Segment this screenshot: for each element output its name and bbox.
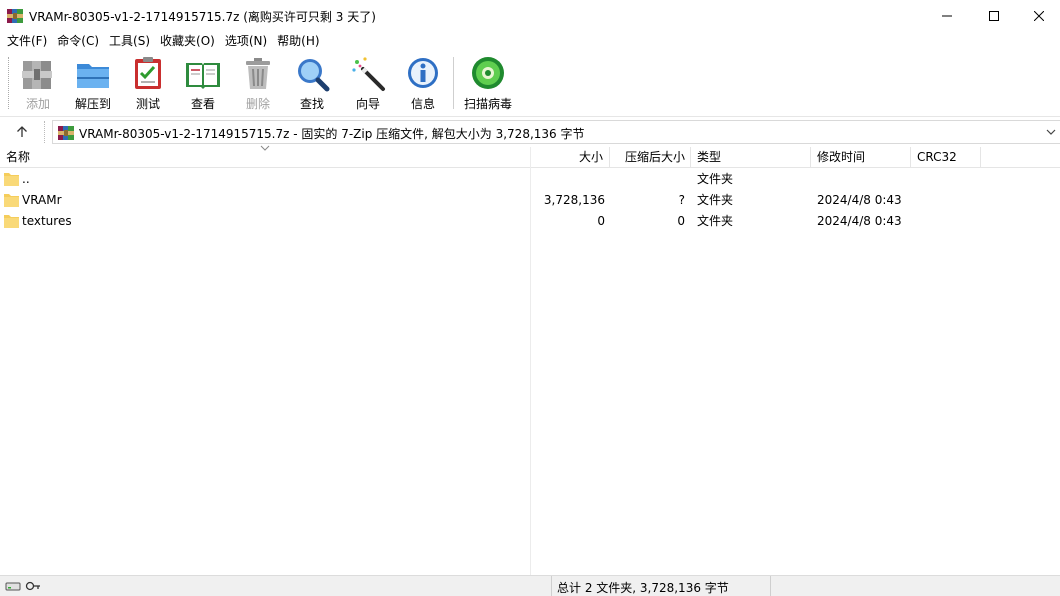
file-list-details-pane[interactable]: 大小 压缩后大小 类型 修改时间 CRC32 文件夹 3,728,136 ? 文… xyxy=(531,147,1060,575)
close-icon xyxy=(1034,10,1044,21)
toolbar-grip[interactable] xyxy=(8,57,11,109)
info-button[interactable]: 信息 xyxy=(403,55,443,113)
extract-to-button[interactable]: 解压到 xyxy=(72,55,114,113)
minimize-icon xyxy=(942,15,952,16)
file-modified: 2024/4/8 0:43 xyxy=(817,214,902,228)
chevron-down-icon xyxy=(1046,129,1056,135)
add-archive-icon xyxy=(22,61,52,89)
archive-icon xyxy=(58,126,74,140)
list-item[interactable]: VRAMr xyxy=(0,190,530,211)
column-header-size[interactable]: 大小 xyxy=(531,147,610,168)
test-button[interactable]: 测试 xyxy=(128,55,168,113)
menu-commands[interactable]: 命令(C) xyxy=(53,31,103,51)
file-size: 3,728,136 xyxy=(543,193,605,207)
table-row[interactable]: 0 0 文件夹 2024/4/8 0:43 xyxy=(531,211,1060,232)
test-clipboard-icon xyxy=(135,57,161,89)
status-left-section xyxy=(0,576,552,596)
table-row[interactable]: 文件夹 xyxy=(531,169,1060,190)
menu-favorites[interactable]: 收藏夹(O) xyxy=(156,31,219,51)
status-divider xyxy=(770,576,771,596)
winrar-books-icon[interactable] xyxy=(7,8,23,24)
test-label: 测试 xyxy=(135,97,160,111)
magnifier-icon xyxy=(298,59,330,92)
menu-options[interactable]: 选项(N) xyxy=(221,31,271,51)
minimize-button[interactable] xyxy=(924,0,970,31)
file-list-name-pane[interactable]: 名称 .. VRAMr textures xyxy=(0,145,530,575)
column-header-modified[interactable]: 修改时间 xyxy=(811,147,911,168)
sort-chevron-icon xyxy=(260,145,270,151)
menu-file[interactable]: 文件(F) xyxy=(3,31,51,51)
table-row[interactable]: 3,728,136 ? 文件夹 2024/4/8 0:43 xyxy=(531,190,1060,211)
wizard-button[interactable]: 向导 xyxy=(348,55,388,113)
file-name: .. xyxy=(22,172,30,186)
address-bar: VRAMr-80305-v1-2-1714915715.7z - 固实的 7-Z… xyxy=(0,116,1060,146)
window-title: VRAMr-80305-v1-2-1714915715.7z (离购买许可只剩 … xyxy=(29,10,376,24)
drive-key-icon[interactable] xyxy=(5,579,41,593)
view-button[interactable]: 查看 xyxy=(180,55,226,113)
delete-button[interactable]: 删除 xyxy=(238,55,278,113)
address-text: VRAMr-80305-v1-2-1714915715.7z - 固实的 7-Z… xyxy=(79,127,585,141)
info-icon xyxy=(408,58,438,88)
wizard-wand-icon xyxy=(352,57,385,91)
status-bar: 总计 2 文件夹, 3,728,136 字节 xyxy=(0,575,1060,596)
extract-to-label: 解压到 xyxy=(74,97,111,111)
column-header-packed[interactable]: 压缩后大小 xyxy=(610,147,691,168)
menu-bar: 文件(F) 命令(C) 工具(S) 收藏夹(O) 选项(N) 帮助(H) xyxy=(0,31,1060,51)
toolbar-separator xyxy=(453,57,454,109)
column-header-packed-label: 压缩后大小 xyxy=(624,150,685,164)
list-item[interactable]: .. xyxy=(0,169,530,190)
find-button[interactable]: 查找 xyxy=(292,55,332,113)
info-label: 信息 xyxy=(410,97,435,111)
file-name: textures xyxy=(22,214,72,228)
column-header-size-label: 大小 xyxy=(578,150,603,164)
column-header-type-label: 类型 xyxy=(697,150,722,164)
virus-scan-icon xyxy=(472,57,504,89)
status-summary: 总计 2 文件夹, 3,728,136 字节 xyxy=(557,581,729,595)
file-type: 文件夹 xyxy=(697,172,734,186)
file-type: 文件夹 xyxy=(697,193,734,207)
file-packed-size: 0 xyxy=(677,214,685,228)
column-header-crc[interactable]: CRC32 xyxy=(911,147,981,168)
up-button[interactable] xyxy=(12,122,32,142)
delete-label: 删除 xyxy=(245,97,270,111)
file-type: 文件夹 xyxy=(697,214,734,228)
file-modified: 2024/4/8 0:43 xyxy=(817,193,902,207)
maximize-icon xyxy=(989,10,999,21)
title-bar: VRAMr-80305-v1-2-1714915715.7z (离购买许可只剩 … xyxy=(0,0,1060,31)
folder-icon xyxy=(4,194,19,207)
extract-folder-icon xyxy=(77,64,109,88)
column-header-name-label: 名称 xyxy=(6,150,31,164)
column-header-type[interactable]: 类型 xyxy=(691,147,811,168)
view-label: 查看 xyxy=(190,97,215,111)
find-label: 查找 xyxy=(299,97,324,111)
close-button[interactable] xyxy=(1016,0,1060,31)
menu-help[interactable]: 帮助(H) xyxy=(273,31,323,51)
trash-icon xyxy=(246,58,270,89)
address-field[interactable]: VRAMr-80305-v1-2-1714915715.7z - 固实的 7-Z… xyxy=(52,120,1060,144)
view-book-icon xyxy=(186,63,220,89)
scan-virus-button[interactable]: 扫描病毒 xyxy=(462,55,514,113)
folder-icon xyxy=(4,215,19,228)
address-grip xyxy=(44,121,47,143)
address-dropdown[interactable] xyxy=(1044,124,1058,140)
add-button[interactable]: 添加 xyxy=(18,55,58,113)
column-header-crc-label: CRC32 xyxy=(917,150,957,164)
file-packed-size: ? xyxy=(678,193,685,207)
menu-tools[interactable]: 工具(S) xyxy=(105,31,154,51)
maximize-button[interactable] xyxy=(971,0,1017,31)
file-name: VRAMr xyxy=(22,193,62,207)
scan-virus-label: 扫描病毒 xyxy=(463,97,512,111)
wizard-label: 向导 xyxy=(355,97,380,111)
file-size: 0 xyxy=(597,214,605,228)
folder-icon xyxy=(4,173,19,186)
add-label: 添加 xyxy=(25,97,50,111)
list-item[interactable]: textures xyxy=(0,211,530,232)
column-header-modified-label: 修改时间 xyxy=(817,150,866,164)
toolbar: 添加 解压到 测试 查看 删除 查找 向导 信息 扫描病毒 xyxy=(0,51,1060,116)
up-arrow-icon xyxy=(17,126,27,137)
